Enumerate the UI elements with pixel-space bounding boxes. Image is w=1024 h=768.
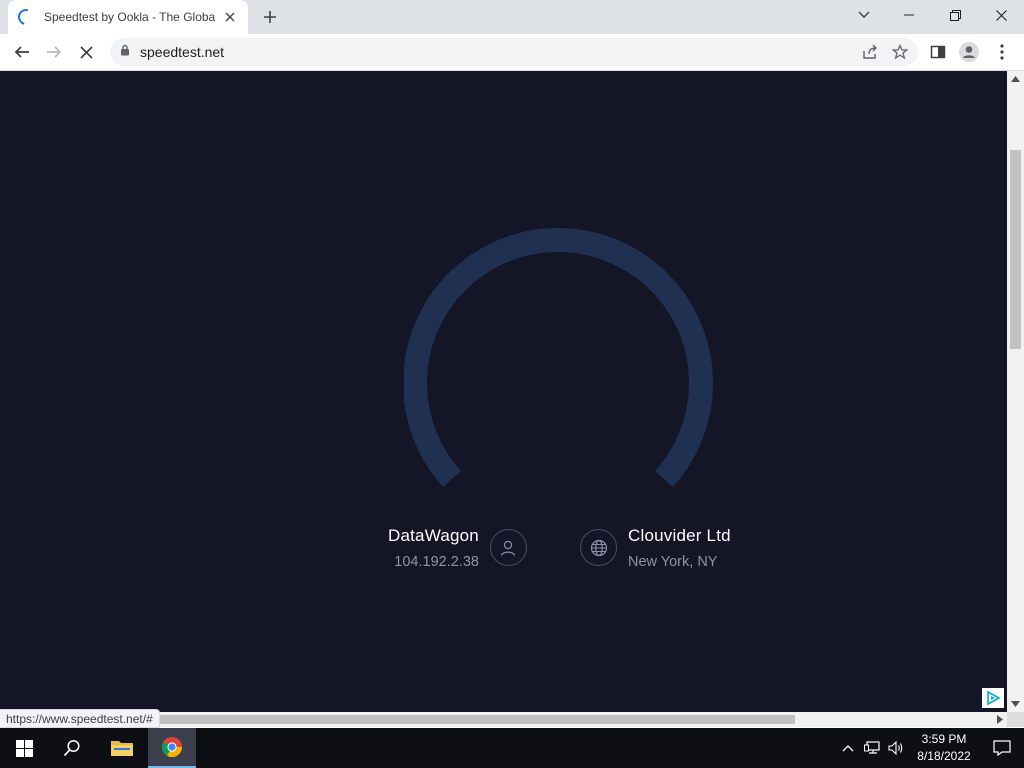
lock-icon[interactable] bbox=[120, 43, 130, 61]
address-bar[interactable]: speedtest.net bbox=[110, 38, 918, 66]
loading-spinner-icon bbox=[15, 6, 37, 28]
tab-speedtest[interactable]: Speedtest by Ookla - The Global Broadban… bbox=[8, 0, 248, 34]
share-icon[interactable] bbox=[862, 44, 878, 65]
file-explorer-icon[interactable] bbox=[98, 728, 146, 768]
show-hidden-icons-icon[interactable] bbox=[836, 728, 860, 768]
clock-date: 8/18/2022 bbox=[917, 749, 971, 763]
adchoices-icon[interactable] bbox=[982, 688, 1004, 708]
minimize-icon[interactable] bbox=[886, 0, 932, 30]
scroll-right-arrow-icon[interactable] bbox=[997, 715, 1003, 724]
system-tray: 3:59 PM 8/18/2022 bbox=[836, 728, 1024, 768]
stop-loading-icon[interactable] bbox=[73, 39, 99, 65]
back-arrow-icon[interactable] bbox=[9, 39, 35, 65]
window-controls bbox=[886, 0, 1024, 34]
scrollbar-corner bbox=[1007, 712, 1024, 727]
clock-time: 3:59 PM bbox=[921, 732, 967, 746]
notification-icon[interactable] bbox=[980, 728, 1024, 768]
browser-toolbar: speedtest.net bbox=[0, 34, 1024, 71]
close-tab-icon[interactable] bbox=[222, 9, 238, 25]
windows-start-icon[interactable] bbox=[0, 728, 48, 768]
forward-arrow-icon[interactable] bbox=[41, 39, 67, 65]
taskbar-clock[interactable]: 3:59 PM 8/18/2022 bbox=[908, 731, 980, 765]
network-icon[interactable] bbox=[860, 728, 884, 768]
vertical-scroll-thumb[interactable] bbox=[1010, 150, 1021, 349]
url-text[interactable]: speedtest.net bbox=[140, 44, 224, 60]
user-icon bbox=[489, 529, 527, 566]
vertical-scrollbar[interactable] bbox=[1007, 71, 1024, 712]
close-window-icon[interactable] bbox=[978, 0, 1024, 30]
globe-icon bbox=[580, 529, 617, 566]
side-panel-icon[interactable] bbox=[925, 39, 951, 65]
search-icon[interactable] bbox=[48, 728, 96, 768]
bookmark-star-icon[interactable] bbox=[891, 43, 909, 65]
speedtest-page: DataWagon 104.192.2.38 Clouvider Ltd New… bbox=[0, 71, 1007, 712]
isp-info: DataWagon 104.192.2.38 bbox=[388, 526, 527, 570]
speed-gauge bbox=[404, 228, 713, 488]
tab-search-icon[interactable] bbox=[852, 4, 876, 26]
windows-taskbar: 3:59 PM 8/18/2022 bbox=[0, 728, 1024, 768]
scroll-down-arrow-icon[interactable] bbox=[1011, 701, 1020, 707]
server-info: Clouvider Ltd New York, NY bbox=[580, 526, 731, 570]
horizontal-scroll-thumb[interactable] bbox=[160, 715, 795, 724]
status-bar-url: https://www.speedtest.net/# bbox=[0, 709, 160, 728]
menu-kebab-icon[interactable] bbox=[989, 39, 1015, 65]
tab-strip: Speedtest by Ookla - The Global Broadban… bbox=[0, 0, 1024, 34]
isp-name: DataWagon bbox=[388, 526, 479, 545]
server-name[interactable]: Clouvider Ltd bbox=[628, 526, 731, 546]
isp-ip: 104.192.2.38 bbox=[394, 554, 479, 570]
volume-icon[interactable] bbox=[884, 728, 908, 768]
profile-avatar-icon[interactable] bbox=[956, 39, 982, 65]
chrome-taskbar-icon[interactable] bbox=[148, 728, 196, 768]
restore-icon[interactable] bbox=[932, 0, 978, 30]
scroll-up-arrow-icon[interactable] bbox=[1011, 76, 1020, 82]
server-location: New York, NY bbox=[628, 554, 718, 570]
tab-title: Speedtest by Ookla - The Global Broadban… bbox=[44, 10, 216, 24]
new-tab-button[interactable] bbox=[258, 6, 282, 28]
